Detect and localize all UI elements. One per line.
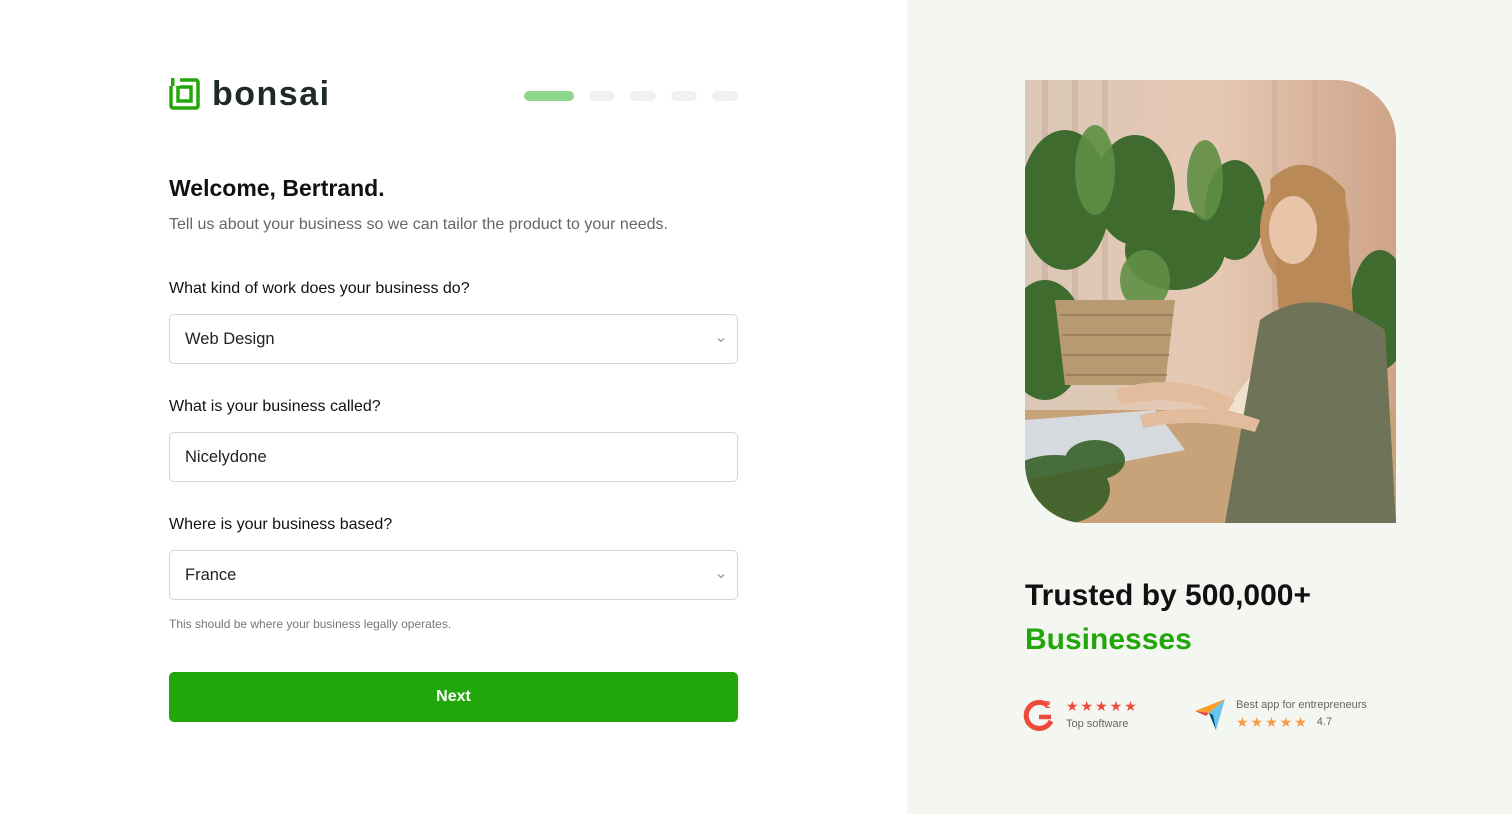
step-progress	[524, 91, 738, 101]
progress-step-2	[589, 91, 615, 101]
business-name-value: Nicelydone	[185, 447, 267, 466]
bonsai-logo: bonsai	[169, 75, 331, 113]
chevron-down-icon	[717, 574, 725, 579]
g2-caption: Top software	[1066, 717, 1129, 730]
bonsai-logo-icon	[169, 78, 200, 110]
capterra-rating: 4.7	[1316, 716, 1333, 728]
location-hint: This should be where your business legal…	[169, 617, 452, 631]
chevron-down-icon	[717, 338, 725, 343]
location-label: Where is your business based?	[169, 516, 393, 533]
capterra-badge: Best app for entrepreneurs ★★★★★ 4.7	[1194, 697, 1367, 731]
g2-logo-icon: 2	[1023, 699, 1054, 731]
progress-step-5	[712, 91, 738, 101]
trusted-line-2: Businesses	[1025, 623, 1192, 656]
location-select[interactable]: France	[169, 550, 738, 600]
work-type-label: What kind of work does your business do?	[169, 280, 470, 297]
business-name-label: What is your business called?	[169, 398, 381, 415]
onboarding-form-panel: bonsai Welcome, Bertrand. Tell us about …	[0, 0, 907, 814]
trusted-line-1: Trusted by 500,000+	[1025, 579, 1311, 612]
trusted-heading: Trusted by 500,000+ Businesses	[1025, 576, 1311, 660]
g2-badge: 2 ★★★★★ Top software	[1023, 697, 1139, 731]
woman-working-illustration	[1025, 80, 1396, 523]
capterra-stars: ★★★★★	[1236, 714, 1309, 730]
page-subtitle: Tell us about your business so we can ta…	[169, 216, 668, 233]
location-value: France	[185, 565, 237, 584]
page-title: Welcome, Bertrand.	[169, 175, 385, 201]
progress-step-4	[671, 91, 697, 101]
brand-name: bonsai	[212, 75, 331, 113]
work-type-select[interactable]: Web Design	[169, 314, 738, 364]
progress-step-1	[524, 91, 574, 101]
svg-text:2: 2	[1045, 700, 1051, 711]
g2-stars: ★★★★★	[1066, 697, 1139, 714]
work-type-value: Web Design	[185, 329, 275, 348]
next-button[interactable]: Next	[169, 672, 738, 722]
progress-step-3	[630, 91, 656, 101]
business-name-input[interactable]: Nicelydone	[169, 432, 738, 482]
capterra-caption: Best app for entrepreneurs	[1236, 699, 1367, 711]
capterra-logo-icon	[1195, 699, 1225, 730]
woman-working-photo	[1025, 80, 1396, 523]
